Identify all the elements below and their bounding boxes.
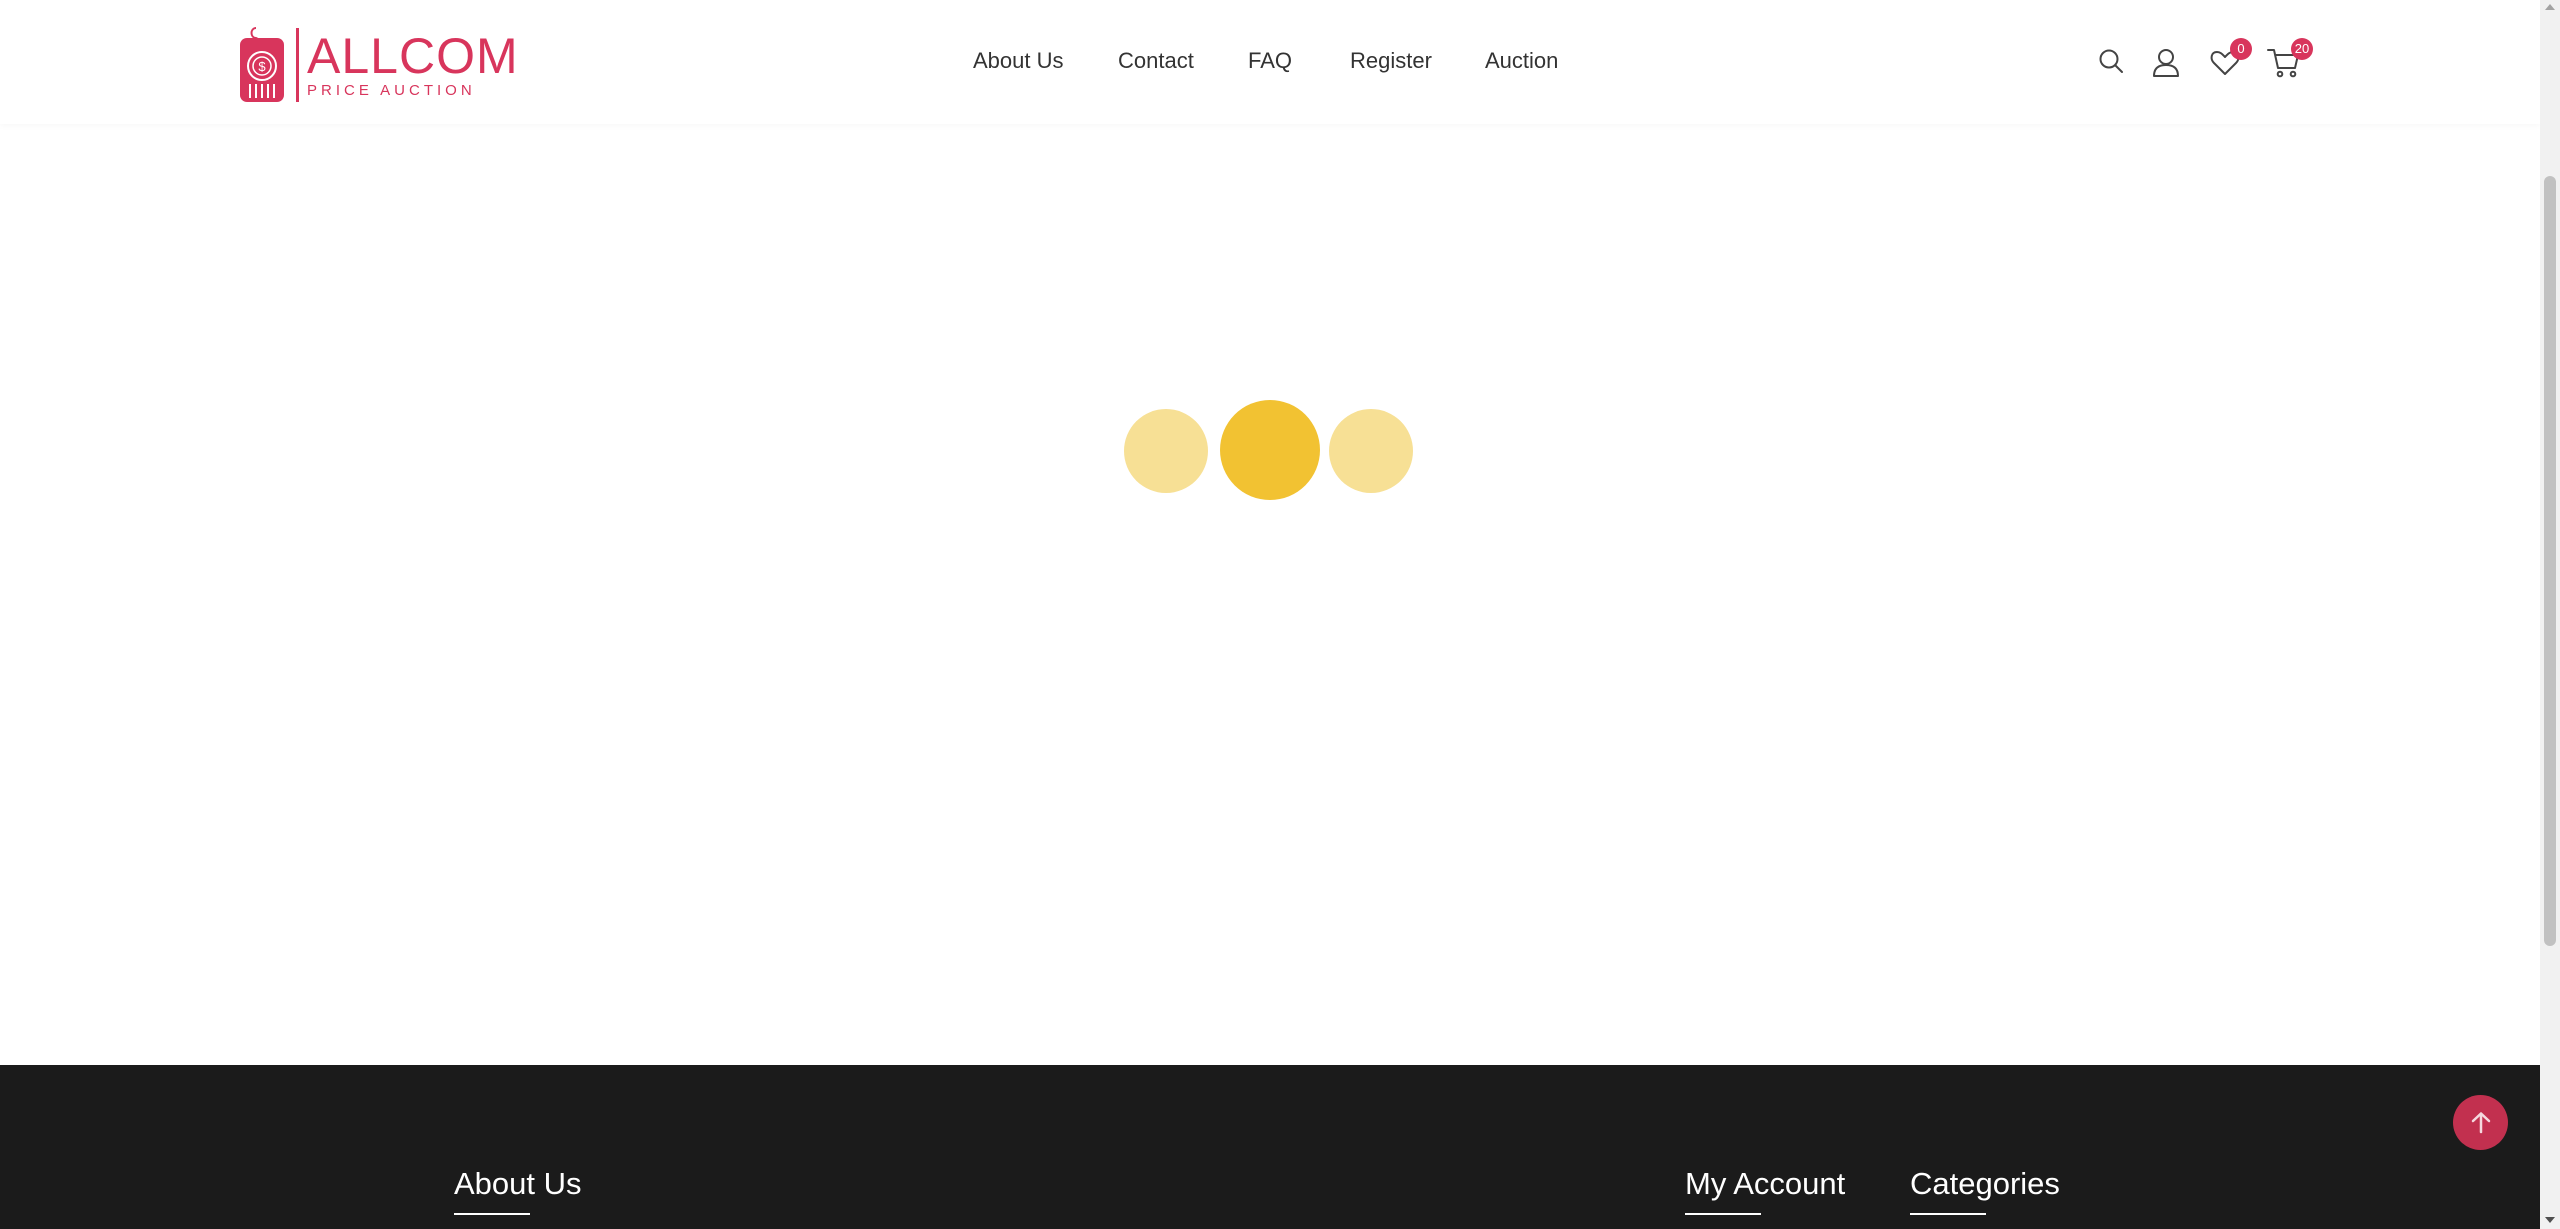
nav-about-us[interactable]: About Us xyxy=(973,48,1064,74)
page-scrollbar[interactable] xyxy=(2540,0,2560,1229)
search-button[interactable] xyxy=(2093,44,2129,80)
nav-register[interactable]: Register xyxy=(1350,48,1432,74)
loader-dot-right xyxy=(1329,409,1413,493)
loader-dot-left xyxy=(1124,409,1208,493)
account-button[interactable] xyxy=(2148,44,2184,80)
nav-auction[interactable]: Auction xyxy=(1485,48,1558,74)
wishlist-button[interactable]: 0 xyxy=(2207,38,2252,80)
footer-categories-title: Categories xyxy=(1910,1166,2060,1201)
footer-about-us-underline xyxy=(454,1213,530,1215)
footer-my-account-underline xyxy=(1685,1213,1761,1215)
footer-categories-underline xyxy=(1910,1213,1986,1215)
site-header: $ ALLCOM PRICE AUCTION About Us Contact … xyxy=(0,0,2540,124)
nav-contact[interactable]: Contact xyxy=(1118,48,1194,74)
scroll-down-arrow-icon[interactable] xyxy=(2545,1217,2555,1223)
cart-button[interactable]: 20 xyxy=(2266,38,2313,80)
brand-tagline: PRICE AUCTION xyxy=(307,81,476,99)
site-footer xyxy=(0,1065,2540,1229)
scrollbar-thumb[interactable] xyxy=(2544,176,2556,946)
search-icon xyxy=(2099,49,2123,73)
back-to-top-button[interactable] xyxy=(2453,1095,2508,1150)
user-icon xyxy=(2153,49,2179,77)
arrow-up-icon xyxy=(2471,1111,2490,1133)
nav-faq[interactable]: FAQ xyxy=(1248,48,1292,74)
scroll-up-arrow-icon[interactable] xyxy=(2545,4,2555,10)
loader-dot-center xyxy=(1220,400,1320,500)
cart-count-badge: 20 xyxy=(2291,38,2313,60)
footer-my-account-title: My Account xyxy=(1685,1166,1846,1201)
wishlist-count-badge: 0 xyxy=(2230,38,2252,60)
footer-about-us-title: About Us xyxy=(454,1166,582,1201)
